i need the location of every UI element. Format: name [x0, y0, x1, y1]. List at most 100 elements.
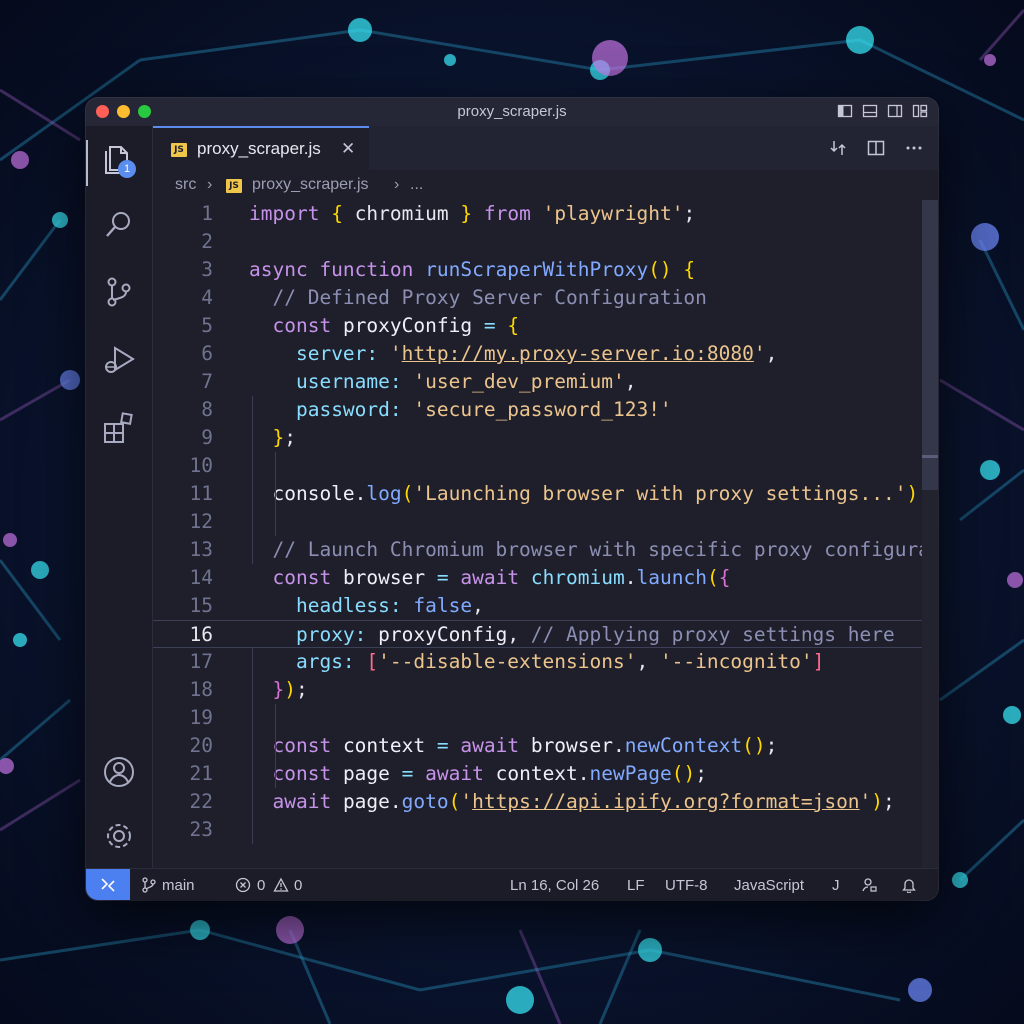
warning-count[interactable]: 0 [294, 877, 302, 894]
code-line[interactable]: 1 import { chromium } from 'playwright'; [153, 200, 938, 228]
code-line[interactable]: 2 [153, 228, 938, 256]
scrollbar-cursor-marker [922, 455, 938, 458]
language-mode[interactable]: JavaScript [734, 877, 804, 894]
code-line[interactable]: 21 const page = await context.newPage(); [153, 760, 938, 788]
code-line[interactable]: 10 [153, 452, 938, 480]
code-line[interactable]: 5 const proxyConfig = { [153, 312, 938, 340]
line-number: 21 [189, 762, 213, 785]
code-line[interactable]: 23 [153, 816, 938, 844]
line-number: 10 [189, 454, 213, 477]
code-line[interactable]: 4 // Defined Proxy Server Configuration [153, 284, 938, 312]
code-line[interactable]: 15 headless: false, [153, 592, 938, 620]
code-token: ( [448, 790, 461, 813]
status-extra[interactable]: J [832, 877, 840, 894]
bell-icon[interactable] [901, 877, 917, 894]
indent-guide [275, 704, 276, 788]
more-actions-icon[interactable] [904, 138, 924, 158]
code-token: { [331, 202, 343, 225]
code-line[interactable]: 6 server: 'http://my.proxy-server.io:808… [153, 340, 938, 368]
code-token: ; [765, 734, 778, 757]
search-icon[interactable] [101, 206, 137, 242]
code-token: async function [249, 258, 414, 281]
code-text: // Defined Proxy Server Configuration [249, 284, 706, 312]
code-line[interactable]: 22 await page.goto('https://api.ipify.or… [153, 788, 938, 816]
tab-proxy-scraper[interactable]: JS proxy_scraper.js ✕ [153, 126, 369, 170]
code-line[interactable]: 18 }); [153, 676, 938, 704]
split-editor-icon[interactable] [866, 138, 886, 158]
code-line[interactable]: 3 async function runScraperWithProxy() { [153, 256, 938, 284]
code-token: ) [906, 482, 919, 505]
code-editor[interactable]: 1 import { chromium } from 'playwright'; 2… [153, 200, 938, 868]
code-token: proxy: [295, 623, 367, 646]
close-icon[interactable]: ✕ [341, 139, 355, 159]
code-line[interactable]: 11 console.log('Launching browser with p… [153, 480, 938, 508]
code-line[interactable]: 16 proxy: proxyConfig, // Applying proxy… [153, 620, 938, 648]
code-line[interactable]: 8 password: 'secure_password_123!' [153, 396, 938, 424]
code-text: import { chromium } from 'playwright'; [249, 200, 695, 228]
code-line[interactable]: 12 [153, 508, 938, 536]
code-line[interactable]: 9 }; [153, 424, 938, 452]
file-encoding[interactable]: UTF-8 [665, 877, 708, 894]
code-token: . [577, 762, 590, 785]
code-token: () [671, 762, 696, 785]
code-token: , [507, 623, 531, 646]
code-token: launch [636, 566, 707, 589]
window-title: proxy_scraper.js [457, 103, 567, 120]
layout-sidebar-left-icon[interactable] [837, 103, 853, 119]
code-token: runScraperWithProxy [425, 258, 649, 281]
vertical-scrollbar[interactable] [922, 200, 938, 868]
breadcrumb-symbols[interactable]: ... [410, 176, 423, 194]
error-count[interactable]: 0 [257, 877, 265, 894]
feedback-icon[interactable] [861, 877, 877, 893]
extensions-icon[interactable] [101, 410, 137, 446]
indent-guide [252, 396, 253, 564]
git-branch-name[interactable]: main [162, 877, 195, 894]
code-token: await [272, 790, 332, 813]
code-line[interactable]: 19 [153, 704, 938, 732]
customize-layout-icon[interactable] [912, 103, 928, 119]
line-number: 16 [189, 623, 213, 646]
code-token: password: [295, 398, 402, 421]
settings-gear-icon[interactable] [101, 818, 137, 854]
line-number: 5 [201, 314, 213, 337]
code-line[interactable]: 17 args: ['--disable-extensions', '--inc… [153, 648, 938, 676]
code-token: = [436, 566, 449, 589]
end-of-line[interactable]: LF [627, 877, 645, 894]
code-token: ] [812, 650, 825, 673]
breadcrumb-file[interactable]: proxy_scraper.js [252, 176, 369, 194]
code-token: const [272, 566, 332, 589]
open-changes-icon[interactable] [828, 138, 848, 158]
code-token: const [272, 762, 332, 785]
run-debug-icon[interactable] [101, 342, 137, 378]
breadcrumb-separator: › [394, 176, 400, 193]
code-line[interactable]: 7 username: 'user_dev_premium', [153, 368, 938, 396]
source-control-icon[interactable] [101, 274, 137, 310]
code-line[interactable]: 13 // Launch Chromium browser with speci… [153, 536, 938, 564]
code-token: false [413, 594, 473, 617]
account-icon[interactable] [101, 754, 137, 790]
line-number: 22 [189, 790, 213, 813]
code-token: server: [295, 342, 379, 365]
code-line[interactable]: 14 const browser = await chromium.launch… [153, 564, 938, 592]
code-token: chromium [530, 566, 625, 589]
remote-indicator[interactable] [86, 869, 130, 900]
layout-sidebar-right-icon[interactable] [887, 103, 903, 119]
scrollbar-thumb[interactable] [922, 200, 938, 490]
code-token: browser [342, 566, 426, 589]
cursor-position[interactable]: Ln 16, Col 26 [510, 877, 599, 894]
code-line[interactable]: 20 const context = await browser.newCont… [153, 732, 938, 760]
line-number: 9 [201, 426, 213, 449]
explorer-badge: 1 [118, 160, 136, 178]
layout-panel-icon[interactable] [862, 103, 878, 119]
git-branch-icon [141, 877, 157, 893]
breadcrumb-folder[interactable]: src [175, 176, 196, 194]
